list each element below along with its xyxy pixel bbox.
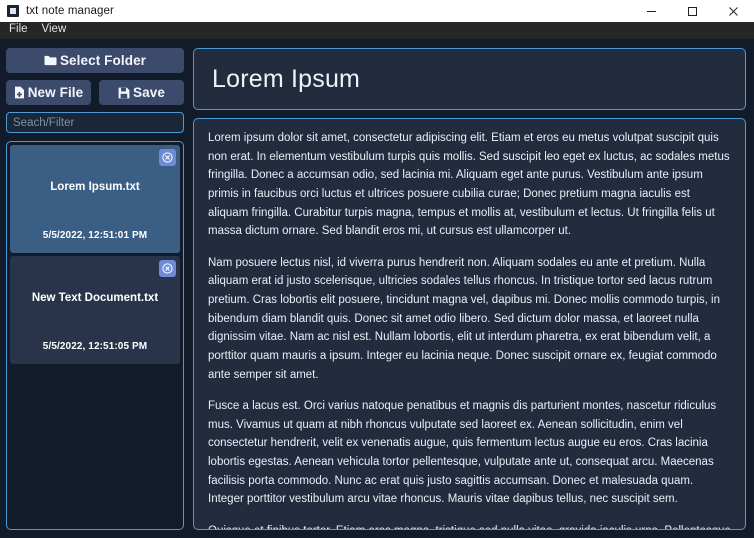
- menu-item-file[interactable]: File: [5, 23, 36, 38]
- document-paragraph: Fusce a lacus est. Orci varius natoque p…: [208, 400, 717, 506]
- maximize-icon[interactable]: [672, 0, 713, 22]
- window-controls: [631, 0, 754, 22]
- file-date: 5/5/2022, 12:51:01 PM: [42, 230, 148, 241]
- window-title: txt note manager: [26, 5, 114, 17]
- file-list-item[interactable]: Lorem Ipsum.txt 5/5/2022, 12:51:01 PM: [10, 145, 180, 253]
- document-paragraph: Quisque et finibus tortor. Etiam eros ma…: [208, 522, 731, 529]
- delete-file-icon[interactable]: [159, 260, 176, 277]
- menubar: File View: [0, 22, 754, 40]
- save-button[interactable]: Save: [99, 80, 184, 105]
- file-name: Lorem Ipsum.txt: [50, 181, 140, 193]
- delete-file-icon[interactable]: [159, 149, 176, 166]
- sidebar: Select Folder New File Save Seach/Filter…: [6, 48, 184, 530]
- search-input[interactable]: [6, 112, 184, 133]
- file-plus-icon: [14, 86, 25, 99]
- select-folder-button[interactable]: Select Folder: [6, 48, 184, 73]
- select-folder-label: Select Folder: [59, 53, 147, 68]
- document-paragraph: Lorem ipsum dolor sit amet, consectetur …: [208, 132, 730, 238]
- file-date: 5/5/2022, 12:51:05 PM: [42, 341, 148, 352]
- save-label: Save: [133, 85, 165, 100]
- document-title: Lorem Ipsum: [212, 64, 361, 93]
- file-list: Lorem Ipsum.txt 5/5/2022, 12:51:01 PM Ne…: [6, 141, 184, 530]
- new-file-label: New File: [27, 85, 84, 100]
- document-title-field[interactable]: Lorem Ipsum: [193, 48, 746, 110]
- folder-icon: [44, 55, 57, 66]
- app-body: Select Folder New File Save Seach/Filter…: [0, 40, 754, 538]
- app-window-icon: [7, 5, 19, 17]
- menu-item-view[interactable]: View: [38, 23, 75, 38]
- window-titlebar: txt note manager: [0, 0, 754, 22]
- close-icon[interactable]: [713, 0, 754, 22]
- new-file-button[interactable]: New File: [6, 80, 91, 105]
- minimize-icon[interactable]: [631, 0, 672, 22]
- main-panel: Lorem Ipsum Lorem ipsum dolor sit amet, …: [193, 48, 746, 530]
- document-editor[interactable]: Lorem ipsum dolor sit amet, consectetur …: [193, 118, 746, 530]
- save-disk-icon: [118, 87, 130, 99]
- file-name: New Text Document.txt: [31, 292, 159, 304]
- titlebar-left-group: txt note manager: [0, 5, 114, 17]
- file-list-item[interactable]: New Text Document.txt 5/5/2022, 12:51:05…: [10, 256, 180, 364]
- sidebar-button-row: New File Save: [6, 80, 184, 105]
- document-paragraph: Nam posuere lectus nisl, id viverra puru…: [208, 256, 720, 381]
